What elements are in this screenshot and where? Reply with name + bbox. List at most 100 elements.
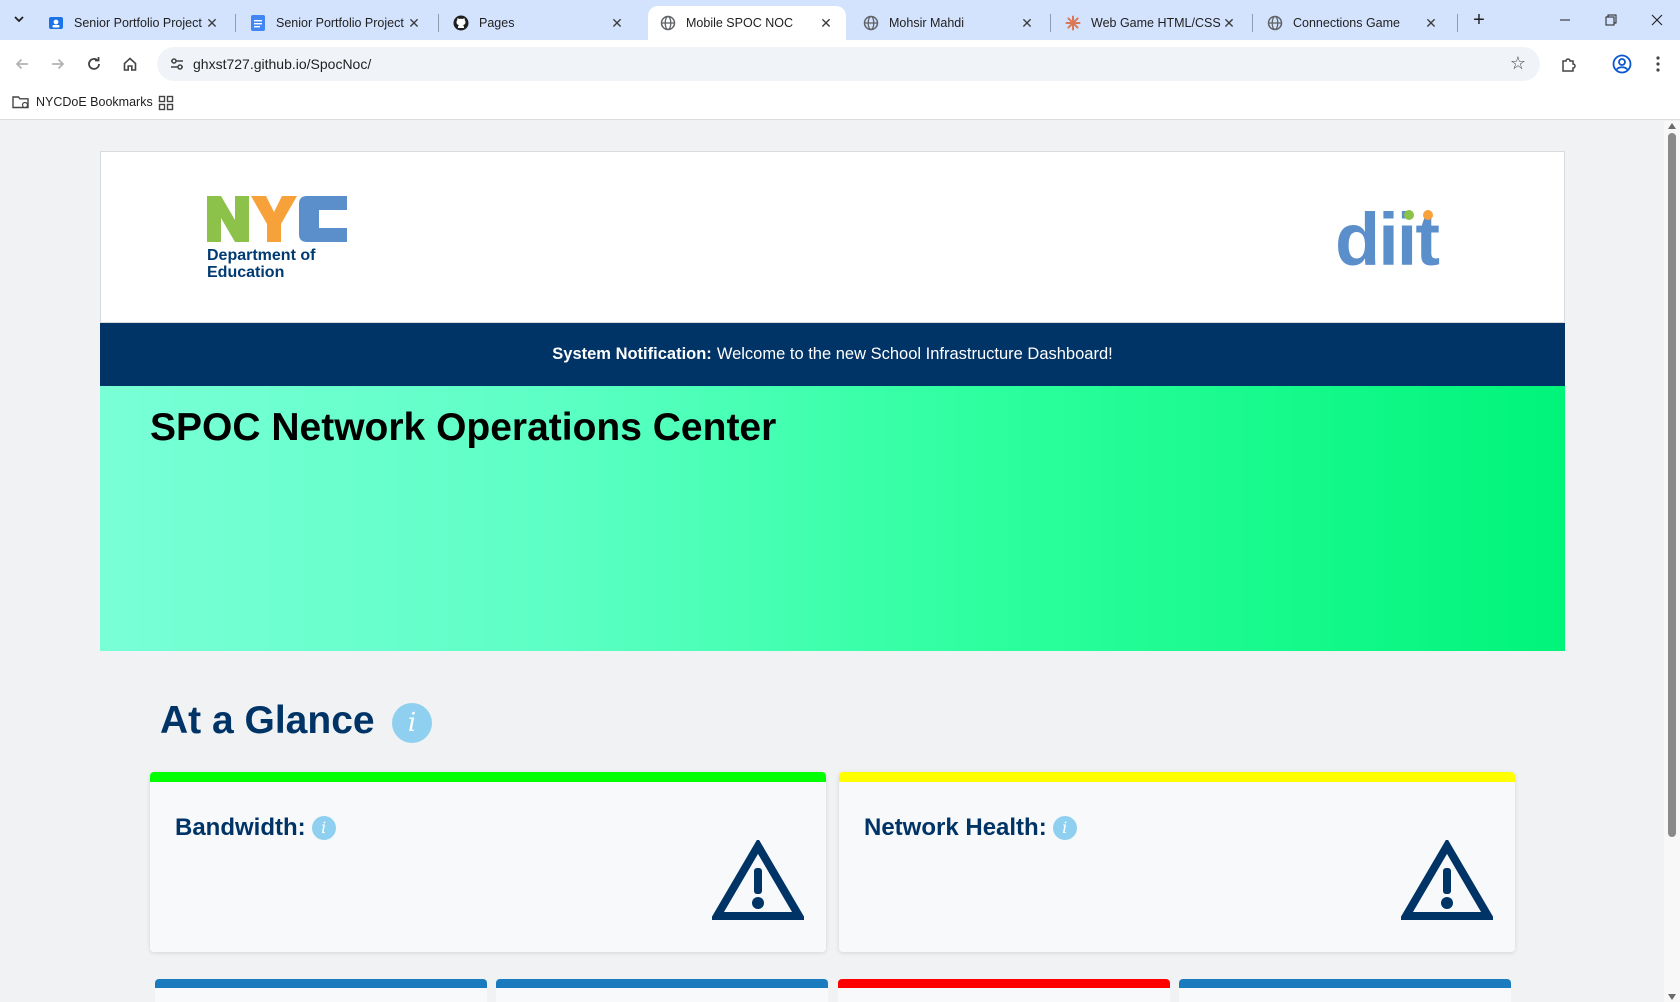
close-icon[interactable]: ✕ xyxy=(1221,15,1237,31)
nyc-wordmark-icon xyxy=(207,196,347,242)
notification-label: System Notification: xyxy=(552,345,712,363)
bandwidth-card[interactable]: Bandwidth: i xyxy=(150,772,826,952)
department-line2: Education xyxy=(207,264,285,281)
network-health-card[interactable]: Network Health: i xyxy=(839,772,1515,952)
status-card[interactable] xyxy=(838,979,1170,1002)
new-tab-button[interactable]: + xyxy=(1466,8,1492,34)
close-icon[interactable]: ✕ xyxy=(609,15,625,31)
restore-icon xyxy=(1605,14,1617,26)
status-bar xyxy=(1179,979,1511,988)
tab-mohsir-mahdi[interactable]: Mohsir Mahdi ✕ xyxy=(851,6,1047,40)
bookmark-star-icon[interactable]: ☆ xyxy=(1510,53,1526,74)
diit-green-dot xyxy=(1404,210,1414,220)
profile-avatar-icon[interactable] xyxy=(1610,52,1634,76)
home-icon xyxy=(123,57,137,71)
tab-title: Web Game HTML/CSS Re xyxy=(1091,16,1221,30)
warning-icon xyxy=(1401,840,1493,920)
address-bar[interactable]: ghxst727.github.io/SpocNoc/ ☆ xyxy=(157,47,1540,81)
hero-banner: SPOC Network Operations Center xyxy=(100,386,1565,651)
status-bar xyxy=(839,772,1515,782)
at-a-glance-heading: At a Glance xyxy=(160,699,375,742)
tab-separator xyxy=(235,14,236,32)
tab-title: Senior Portfolio Project xyxy=(74,16,202,30)
tab-senior-portfolio-1[interactable]: Senior Portfolio Project ✕ xyxy=(36,6,232,40)
tab-connections-game[interactable]: Connections Game ✕ xyxy=(1255,6,1451,40)
close-icon[interactable]: ✕ xyxy=(204,15,220,31)
close-icon[interactable]: ✕ xyxy=(818,15,834,31)
close-icon[interactable]: ✕ xyxy=(406,15,422,31)
tab-separator xyxy=(1252,14,1253,32)
minimize-icon xyxy=(1560,19,1570,21)
status-bar xyxy=(496,979,828,988)
scroll-up-arrow-icon[interactable] xyxy=(1668,123,1676,129)
docs-icon xyxy=(250,15,266,31)
extensions-icon[interactable] xyxy=(1557,52,1581,76)
card-label: Bandwidth: i xyxy=(175,814,336,842)
globe-icon xyxy=(1267,15,1283,31)
tab-web-game[interactable]: Web Game HTML/CSS Re ✕ xyxy=(1053,6,1249,40)
diit-orange-dot xyxy=(1423,210,1433,220)
home-button[interactable] xyxy=(116,50,144,78)
more-menu-icon[interactable] xyxy=(1646,52,1670,76)
managed-folder-icon xyxy=(12,94,30,110)
department-name: Department of Education xyxy=(207,247,315,281)
tab-pages[interactable]: Pages ✕ xyxy=(441,6,637,40)
status-bar xyxy=(155,979,487,988)
arrow-right-icon xyxy=(52,58,65,70)
close-icon[interactable]: ✕ xyxy=(1423,15,1439,31)
page-title: SPOC Network Operations Center xyxy=(150,406,777,449)
tab-separator xyxy=(1457,14,1458,32)
tab-mobile-spoc-noc[interactable]: Mobile SPOC NOC ✕ xyxy=(648,6,846,40)
reload-button[interactable] xyxy=(80,50,108,78)
browser-toolbar: ghxst727.github.io/SpocNoc/ ☆ xyxy=(0,40,1680,88)
scrollbar-thumb[interactable] xyxy=(1668,133,1676,837)
tab-title: Mobile SPOC NOC xyxy=(686,16,793,30)
restore-button[interactable] xyxy=(1588,0,1634,40)
status-card[interactable] xyxy=(1179,979,1511,1002)
bookmark-folder-label: NYCDoE Bookmarks xyxy=(36,95,153,109)
classroom-icon xyxy=(48,15,64,31)
tab-title: Mohsir Mahdi xyxy=(889,16,965,30)
department-line1: Department of xyxy=(207,247,316,264)
forward-button[interactable] xyxy=(44,50,72,78)
apps-grid-icon[interactable] xyxy=(158,95,176,113)
network-health-label: Network Health: xyxy=(864,814,1047,841)
system-notification-bar: System Notification: Welcome to the new … xyxy=(100,323,1565,386)
arrow-left-icon xyxy=(15,58,28,70)
browser-tab-strip: Senior Portfolio Project ✕ Senior Portfo… xyxy=(0,0,1680,40)
tab-senior-portfolio-2[interactable]: Senior Portfolio Project - ✕ xyxy=(238,6,434,40)
github-icon xyxy=(453,15,469,31)
status-bar xyxy=(838,979,1170,988)
globe-icon xyxy=(863,15,879,31)
tab-separator xyxy=(1050,14,1051,32)
page-scrollbar[interactable] xyxy=(1664,121,1680,1002)
close-window-button[interactable] xyxy=(1634,0,1680,40)
back-button[interactable] xyxy=(8,50,36,78)
status-bar xyxy=(150,772,826,782)
scroll-down-arrow-icon[interactable] xyxy=(1668,994,1676,1000)
status-card[interactable] xyxy=(155,979,487,1002)
status-card[interactable] xyxy=(496,979,828,1002)
bookmark-folder-nycdoe[interactable]: NYCDoE Bookmarks xyxy=(12,94,153,110)
chevron-down-icon xyxy=(14,16,24,23)
notification-message: Welcome to the new School Infrastructure… xyxy=(716,345,1113,363)
info-icon[interactable]: i xyxy=(311,816,336,840)
reload-icon xyxy=(88,57,100,70)
tab-title: Pages xyxy=(479,16,515,30)
bandwidth-label: Bandwidth: xyxy=(175,814,306,841)
info-icon[interactable]: i xyxy=(1052,816,1077,840)
tab-search-button[interactable] xyxy=(8,8,30,30)
site-info-icon[interactable] xyxy=(165,52,189,76)
tab-title: Connections Game xyxy=(1293,16,1401,30)
tab-title: Senior Portfolio Project - xyxy=(276,16,406,30)
minimize-button[interactable] xyxy=(1542,0,1588,40)
globe-icon xyxy=(660,15,676,31)
close-icon xyxy=(1651,14,1663,26)
bookmarks-bar: NYCDoE Bookmarks xyxy=(0,88,1680,120)
nyc-doe-logo[interactable]: Department of Education xyxy=(207,196,347,284)
close-icon[interactable]: ✕ xyxy=(1019,15,1035,31)
tab-separator xyxy=(438,14,439,32)
url-text: ghxst727.github.io/SpocNoc/ xyxy=(193,56,372,72)
claude-icon xyxy=(1065,15,1081,31)
info-icon[interactable]: i xyxy=(392,703,432,743)
